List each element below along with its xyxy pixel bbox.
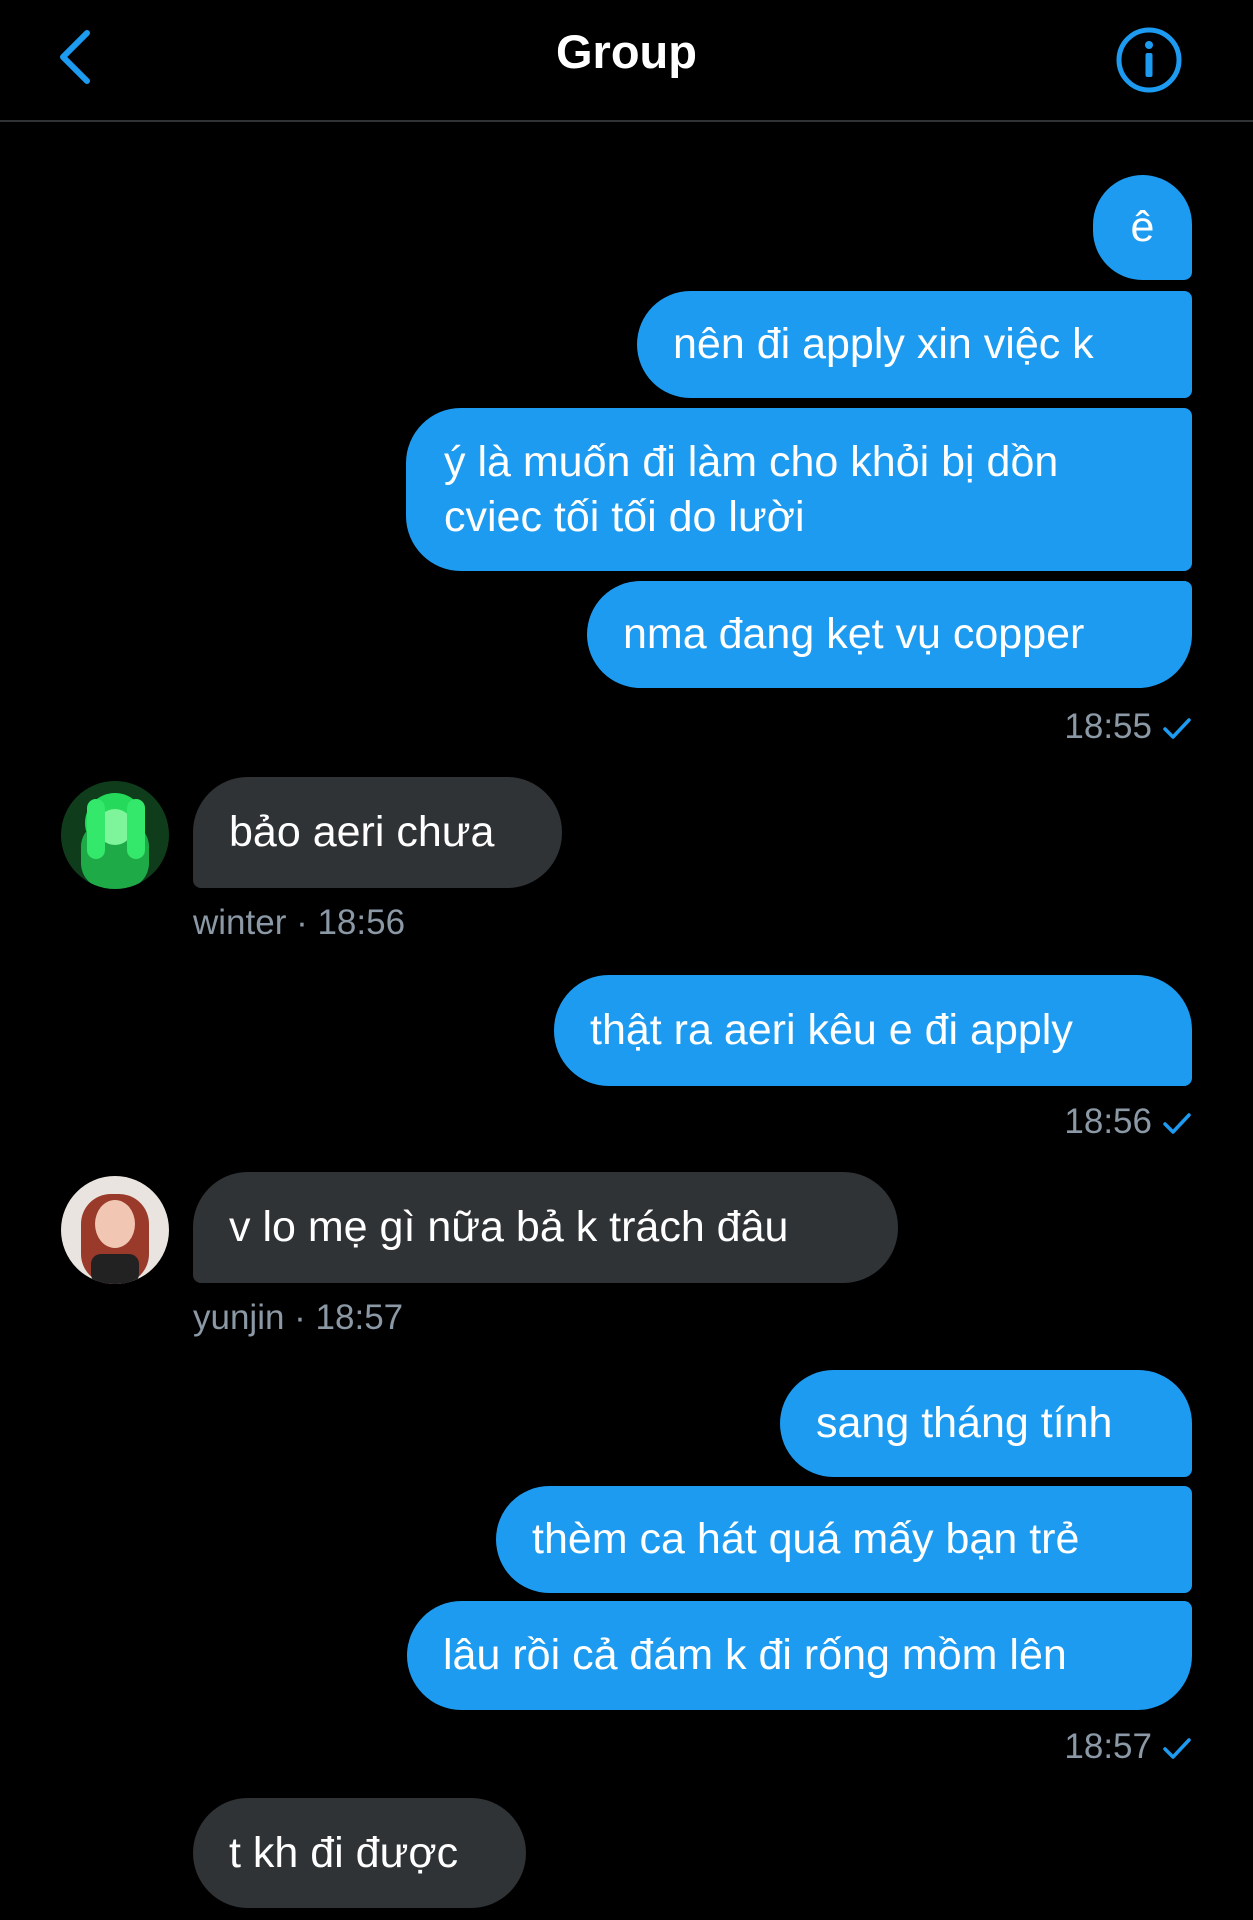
timestamp: 18:57 (1064, 1727, 1152, 1766)
message-bubble-outgoing[interactable]: ý là muốn đi làm cho khỏi bị dồn cviec t… (406, 408, 1192, 571)
message-bubble-incoming[interactable]: bảo aeri chưa (193, 777, 562, 888)
timestamp: 18:56 (1064, 1102, 1152, 1141)
message-meta: winter · 18:56 (193, 903, 406, 942)
message-bubble-outgoing[interactable]: ê (1093, 175, 1192, 280)
message-text: nên đi apply xin việc k (673, 320, 1094, 368)
message-text: sang tháng tính (816, 1399, 1113, 1447)
message-bubble-incoming[interactable]: v lo mẹ gì nữa bả k trách đâu (193, 1172, 898, 1283)
message-text: bảo aeri chưa (229, 808, 495, 856)
avatar-image (61, 1176, 169, 1284)
message-bubble-outgoing[interactable]: sang tháng tính (780, 1370, 1192, 1477)
read-check-icon (1163, 1113, 1191, 1134)
top-bar: Group (0, 0, 1253, 122)
read-check-icon (1163, 718, 1191, 739)
message-meta: 18:57 (900, 1727, 1192, 1767)
message-text: nma đang kẹt vụ copper (623, 610, 1085, 658)
message-bubble-outgoing[interactable]: nma đang kẹt vụ copper (587, 581, 1192, 688)
page-title: Group (556, 25, 697, 78)
message-bubble-incoming[interactable]: t kh đi được (193, 1798, 526, 1908)
message-text: ê (1130, 203, 1155, 251)
message-text: ý là muốn đi làm cho khỏi bị dồn cviec t… (444, 437, 1059, 541)
message-meta: 18:56 (900, 1102, 1192, 1142)
message-text: lâu rồi cả đám k đi rống mồm lên (443, 1631, 1067, 1679)
message-bubble-outgoing[interactable]: lâu rồi cả đám k đi rống mồm lên (407, 1601, 1192, 1710)
info-button[interactable] (1115, 26, 1183, 94)
avatar-image (61, 781, 169, 889)
message-meta: yunjin · 18:57 (193, 1298, 404, 1337)
message-bubble-outgoing[interactable]: thèm ca hát quá mấy bạn trẻ (496, 1486, 1192, 1593)
message-bubble-outgoing[interactable]: thật ra aeri kêu e đi apply (554, 975, 1192, 1086)
read-check-icon (1163, 1738, 1191, 1759)
message-bubble-outgoing[interactable]: nên đi apply xin việc k (637, 291, 1192, 398)
message-text: v lo mẹ gì nữa bả k trách đâu (229, 1203, 789, 1251)
message-text: thèm ca hát quá mấy bạn trẻ (532, 1515, 1080, 1563)
timestamp: 18:55 (1064, 707, 1152, 746)
info-icon (1116, 27, 1182, 93)
message-meta: 18:55 (900, 707, 1192, 747)
message-text: t kh đi được (229, 1828, 459, 1877)
avatar-winter[interactable] (61, 781, 169, 889)
message-text: thật ra aeri kêu e đi apply (590, 1006, 1073, 1054)
avatar-yunjin[interactable] (61, 1176, 169, 1284)
